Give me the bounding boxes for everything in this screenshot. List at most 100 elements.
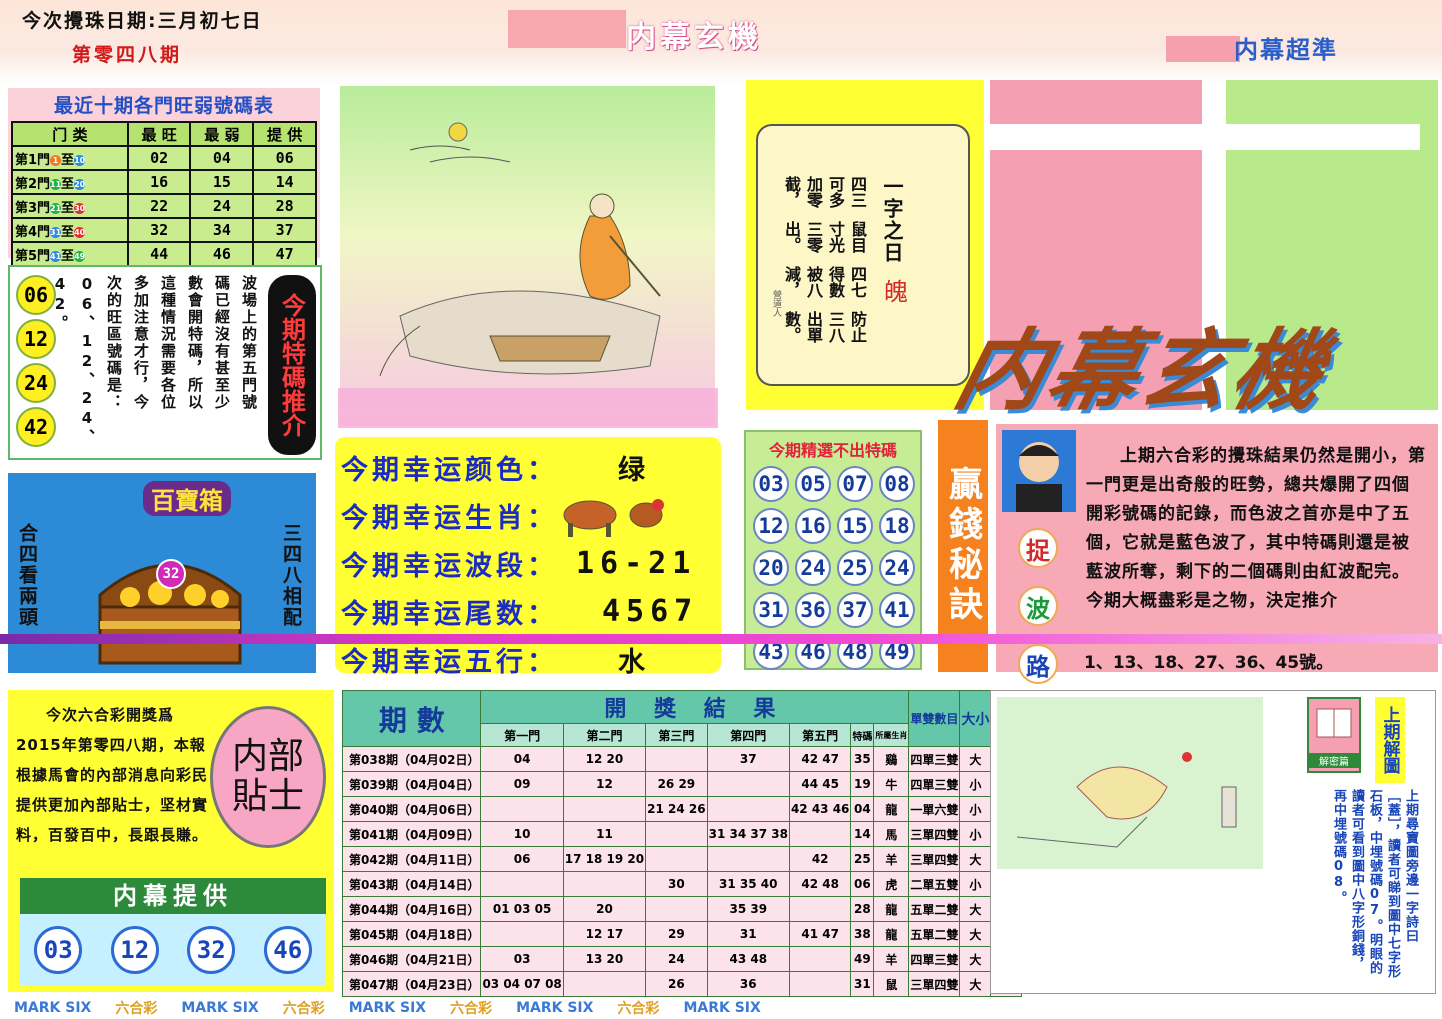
result-cell-g3 [645, 821, 708, 847]
sub-header: 特碼 [850, 723, 875, 747]
result-cell-p: 第043期（04月14日） [341, 871, 482, 897]
header-title: 内幕玄機 [626, 20, 762, 55]
result-cell-p: 第038期（04月02日） [341, 746, 482, 772]
result-cell-sp: 04 [850, 796, 875, 822]
never-number: 24 [879, 550, 915, 586]
poem-signature: 營道人 [771, 290, 781, 317]
footer-logo: 六合彩 [450, 1000, 493, 1017]
result-cell-g4 [706, 796, 790, 822]
result-cell-s: 大 [959, 746, 992, 772]
row-label: 第5門 [15, 248, 51, 264]
hot-value: 16 [126, 169, 192, 195]
results-panel: 期 數 開 獎 結 果 單雙數目 大小 單雙 第一門 第二門 第三門 第四門 第… [341, 690, 1023, 997]
lucky-value: 水 [618, 646, 651, 678]
result-cell-g3: 24 [645, 946, 708, 972]
result-cell-z: 牛 [873, 771, 910, 797]
poem-lines: 防止三八出單數。 四七得數被八減， 鼠目寸光三零出。 四三可多加零截， [780, 176, 868, 356]
never-number: 37 [837, 592, 873, 628]
special-line: 這種情況需要各位 [159, 275, 177, 411]
result-cell-g1: 03 04 07 08 [480, 971, 564, 997]
range-from: 41 [50, 250, 62, 262]
result-cell-g1 [480, 796, 564, 822]
poem-line: 鼠目寸光三零出。 [782, 221, 867, 253]
secret-char: 路 [1018, 644, 1058, 684]
range-from: 1 [50, 154, 62, 166]
result-cell-s: 大 [959, 971, 992, 997]
range-from: 21 [50, 202, 62, 214]
result-cell-sp: 14 [850, 821, 875, 847]
result-cell-z: 鼠 [873, 971, 910, 997]
right-title: 内幕超準 [1234, 36, 1338, 64]
result-cell-g5: 41 47 [788, 921, 852, 947]
footer-logo: MARK SIX [516, 999, 594, 1016]
result-cell-g3 [645, 846, 708, 872]
result-cell-g1: 01 03 05 [480, 896, 564, 922]
lucky-row: 今期幸运颜色： 绿 [341, 443, 721, 491]
table-row: 第042期（04月11日）0617 18 19 204225羊三單四雙大單 [341, 846, 1023, 872]
result-cell-s: 小 [959, 821, 992, 847]
sub-header: 第三門 [645, 723, 708, 747]
result-cell-g3: 26 [645, 971, 708, 997]
result-cell-z: 虎 [873, 871, 910, 897]
result-cell-g2 [562, 871, 647, 897]
result-cell-p: 第045期（04月18日） [341, 921, 482, 947]
treasure-right: 三四八相配 [280, 523, 302, 628]
treasure-left: 合四看兩頭 [16, 523, 38, 628]
result-cell-sp: 19 [850, 771, 875, 797]
result-cell-p: 第046期（04月21日） [341, 946, 482, 972]
range-to: 20 [74, 178, 86, 190]
special-text: 波場上的第五門號 碼已經沒有甚至少 數會開特碼，所以 這種情況需要各位 多加注意… [51, 275, 262, 455]
result-cell-g4: 37 [706, 746, 790, 772]
result-cell-g1: 06 [480, 846, 564, 872]
sub-header: 所屬生肖 [873, 723, 910, 747]
lucky-row: 今期幸运尾数： 4567 [341, 587, 721, 635]
footer-logo: 六合彩 [617, 1000, 660, 1017]
result-cell-sp: 38 [850, 921, 875, 947]
secret-text: 上期六合彩的攪珠結果仍然是開小，第一門更是出奇般的旺勢，總共爆開了四個開彩號碼的… [1086, 446, 1426, 611]
lucky-label: 今期幸运颜色： [341, 454, 558, 486]
lucky-label: 今期幸运生肖： [341, 502, 558, 534]
result-cell-g5: 42 48 [788, 871, 852, 897]
illustration-floor [338, 388, 718, 428]
col-header: 门 类 [11, 121, 129, 147]
table-row: 第1門 1 至10 02 04 06 [11, 145, 317, 171]
result-cell-c: 四單三雙 [908, 746, 961, 772]
result-cell-p: 第047期（04月23日） [341, 971, 482, 997]
special-line: 06、12、24、42。 [51, 275, 96, 446]
table-row: 第2門11至20 16 15 14 [11, 169, 317, 195]
result-cell-g2: 12 20 [562, 746, 647, 772]
weak-strong-panel: 最近十期各門旺弱號碼表 门 类 最 旺 最 弱 提 供 第1門 1 至10 02 0… [8, 88, 320, 267]
col-count: 單雙數目 [908, 690, 961, 747]
cold-value: 15 [189, 169, 255, 195]
result-cell-sp: 28 [850, 896, 875, 922]
range-to: 40 [74, 226, 86, 238]
result-cell-sp: 35 [850, 746, 875, 772]
hot-value: 32 [126, 217, 192, 243]
row-label: 第4門 [15, 224, 51, 240]
lucky-value: 16-21 [576, 545, 697, 581]
result-cell-g5 [788, 971, 852, 997]
secret-numbers: 1、13、18、27、36、45號。 [1084, 653, 1334, 673]
fisherman-illustration [379, 122, 661, 377]
treasure-chest-icon [98, 563, 242, 665]
title-stripe [990, 124, 1202, 150]
result-cell-g3: 21 24 26 [645, 796, 708, 822]
never-number: 07 [837, 466, 873, 502]
result-cell-z: 龍 [873, 896, 910, 922]
result-cell-c: 五單二雙 [908, 921, 961, 947]
result-cell-g1 [480, 871, 564, 897]
poem-ghost: 魄 [884, 278, 908, 306]
pick-value: 06 [252, 145, 317, 171]
weak-strong-table: 门 类 最 旺 最 弱 提 供 第1門 1 至10 02 04 06 第2門11至2… [11, 121, 317, 267]
table-row: 第047期（04月23日）03 04 07 08263631鼠三單四雙大單 [341, 971, 1023, 997]
result-cell-g1 [480, 921, 564, 947]
footer-logo: 六合彩 [282, 1000, 325, 1017]
author-avatar [1002, 430, 1076, 512]
never-number: 41 [879, 592, 915, 628]
result-cell-g3: 29 [645, 921, 708, 947]
range-from: 31 [50, 226, 62, 238]
result-cell-g2 [562, 796, 647, 822]
insider-balls: 03 12 32 46 [20, 914, 326, 986]
result-cell-g1: 09 [480, 771, 564, 797]
result-cell-sp: 49 [850, 946, 875, 972]
